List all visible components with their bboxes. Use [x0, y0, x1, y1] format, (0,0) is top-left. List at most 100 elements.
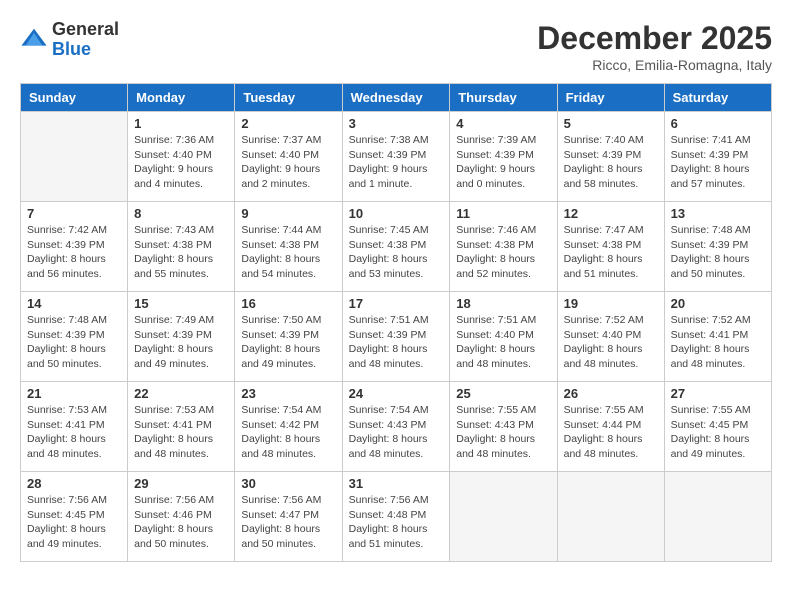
month-title: December 2025 — [537, 20, 772, 57]
day-number: 26 — [564, 386, 658, 401]
day-info: Sunrise: 7:56 AMSunset: 4:46 PMDaylight:… — [134, 493, 228, 552]
week-row-4: 21 Sunrise: 7:53 AMSunset: 4:41 PMDayligh… — [21, 382, 772, 472]
calendar: SundayMondayTuesdayWednesdayThursdayFrid… — [20, 83, 772, 562]
calendar-cell: 11 Sunrise: 7:46 AMSunset: 4:38 PMDayligh… — [450, 202, 557, 292]
day-number: 14 — [27, 296, 121, 311]
calendar-cell: 4 Sunrise: 7:39 AMSunset: 4:39 PMDaylight… — [450, 112, 557, 202]
day-info: Sunrise: 7:52 AMSunset: 4:41 PMDaylight:… — [671, 313, 765, 372]
day-header-friday: Friday — [557, 84, 664, 112]
day-number: 13 — [671, 206, 765, 221]
calendar-cell: 3 Sunrise: 7:38 AMSunset: 4:39 PMDaylight… — [342, 112, 450, 202]
logo-blue: Blue — [52, 40, 119, 60]
calendar-cell: 18Sunrise: 7:51 AMSunset: 4:40 PMDayligh… — [450, 292, 557, 382]
header-row: SundayMondayTuesdayWednesdayThursdayFrid… — [21, 84, 772, 112]
day-number: 17 — [349, 296, 444, 311]
calendar-cell: 8Sunrise: 7:43 AMSunset: 4:38 PMDaylight… — [128, 202, 235, 292]
day-info: Sunrise: 7:50 AMSunset: 4:39 PMDaylight:… — [241, 313, 335, 372]
day-number: 24 — [349, 386, 444, 401]
day-info: Sunrise: 7:45 AMSunset: 4:38 PMDaylight:… — [349, 223, 444, 282]
calendar-cell: 23Sunrise: 7:54 AMSunset: 4:42 PMDayligh… — [235, 382, 342, 472]
day-info: Sunrise: 7:38 AMSunset: 4:39 PMDaylight:… — [349, 133, 444, 192]
day-number: 21 — [27, 386, 121, 401]
calendar-cell: 31Sunrise: 7:56 AMSunset: 4:48 PMDayligh… — [342, 472, 450, 562]
calendar-cell: 22 Sunrise: 7:53 AMSunset: 4:41 PMDayligh… — [128, 382, 235, 472]
day-info: Sunrise: 7:55 AMSunset: 4:44 PMDaylight:… — [564, 403, 658, 462]
day-number: 15 — [134, 296, 228, 311]
day-info: Sunrise: 7:43 AMSunset: 4:38 PMDaylight:… — [134, 223, 228, 282]
week-row-2: 7Sunrise: 7:42 AMSunset: 4:39 PMDaylight… — [21, 202, 772, 292]
location: Ricco, Emilia-Romagna, Italy — [537, 57, 772, 73]
day-number: 9 — [241, 206, 335, 221]
day-number: 30 — [241, 476, 335, 491]
day-number: 6 — [671, 116, 765, 131]
day-number: 29 — [134, 476, 228, 491]
day-number: 11 — [456, 206, 550, 221]
day-info: Sunrise: 7:54 AMSunset: 4:43 PMDaylight:… — [349, 403, 444, 462]
day-info: Sunrise: 7:56 AMSunset: 4:47 PMDaylight:… — [241, 493, 335, 552]
day-header-saturday: Saturday — [664, 84, 771, 112]
calendar-cell: 15 Sunrise: 7:49 AMSunset: 4:39 PMDayligh… — [128, 292, 235, 382]
day-info: Sunrise: 7:53 AMSunset: 4:41 PMDaylight:… — [27, 403, 121, 462]
day-info: Sunrise: 7:55 AMSunset: 4:43 PMDaylight:… — [456, 403, 550, 462]
day-number: 27 — [671, 386, 765, 401]
title-block: December 2025 Ricco, Emilia-Romagna, Ita… — [537, 20, 772, 73]
calendar-cell — [664, 472, 771, 562]
day-info: Sunrise: 7:47 AMSunset: 4:38 PMDaylight:… — [564, 223, 658, 282]
calendar-cell: 5Sunrise: 7:40 AMSunset: 4:39 PMDaylight… — [557, 112, 664, 202]
calendar-cell: 12 Sunrise: 7:47 AMSunset: 4:38 PMDayligh… — [557, 202, 664, 292]
day-header-sunday: Sunday — [21, 84, 128, 112]
day-number: 18 — [456, 296, 550, 311]
day-info: Sunrise: 7:49 AMSunset: 4:39 PMDaylight:… — [134, 313, 228, 372]
logo: General Blue — [20, 20, 119, 60]
day-info: Sunrise: 7:56 AMSunset: 4:48 PMDaylight:… — [349, 493, 444, 552]
calendar-cell: 20 Sunrise: 7:52 AMSunset: 4:41 PMDayligh… — [664, 292, 771, 382]
calendar-cell: 21 Sunrise: 7:53 AMSunset: 4:41 PMDayligh… — [21, 382, 128, 472]
week-row-3: 14 Sunrise: 7:48 AMSunset: 4:39 PMDayligh… — [21, 292, 772, 382]
day-header-thursday: Thursday — [450, 84, 557, 112]
day-header-monday: Monday — [128, 84, 235, 112]
day-info: Sunrise: 7:46 AMSunset: 4:38 PMDaylight:… — [456, 223, 550, 282]
day-number: 20 — [671, 296, 765, 311]
day-number: 28 — [27, 476, 121, 491]
calendar-cell: 2 Sunrise: 7:37 AMSunset: 4:40 PMDaylight… — [235, 112, 342, 202]
calendar-cell: 25 Sunrise: 7:55 AMSunset: 4:43 PMDayligh… — [450, 382, 557, 472]
calendar-cell: 30 Sunrise: 7:56 AMSunset: 4:47 PMDayligh… — [235, 472, 342, 562]
week-row-1: 1 Sunrise: 7:36 AMSunset: 4:40 PMDaylight… — [21, 112, 772, 202]
calendar-cell: 17Sunrise: 7:51 AMSunset: 4:39 PMDayligh… — [342, 292, 450, 382]
day-info: Sunrise: 7:53 AMSunset: 4:41 PMDaylight:… — [134, 403, 228, 462]
day-number: 5 — [564, 116, 658, 131]
calendar-cell: 19Sunrise: 7:52 AMSunset: 4:40 PMDayligh… — [557, 292, 664, 382]
calendar-cell: 27Sunrise: 7:55 AMSunset: 4:45 PMDayligh… — [664, 382, 771, 472]
calendar-cell: 28 Sunrise: 7:56 AMSunset: 4:45 PMDayligh… — [21, 472, 128, 562]
day-number: 1 — [134, 116, 228, 131]
calendar-cell: 9Sunrise: 7:44 AMSunset: 4:38 PMDaylight… — [235, 202, 342, 292]
day-info: Sunrise: 7:56 AMSunset: 4:45 PMDaylight:… — [27, 493, 121, 552]
calendar-cell: 13 Sunrise: 7:48 AMSunset: 4:39 PMDayligh… — [664, 202, 771, 292]
day-number: 22 — [134, 386, 228, 401]
day-number: 10 — [349, 206, 444, 221]
logo-general: General — [52, 20, 119, 40]
week-row-5: 28 Sunrise: 7:56 AMSunset: 4:45 PMDayligh… — [21, 472, 772, 562]
day-number: 4 — [456, 116, 550, 131]
calendar-cell — [557, 472, 664, 562]
day-number: 7 — [27, 206, 121, 221]
calendar-cell: 1 Sunrise: 7:36 AMSunset: 4:40 PMDaylight… — [128, 112, 235, 202]
logo-icon — [20, 26, 48, 54]
day-number: 2 — [241, 116, 335, 131]
calendar-cell: 16 Sunrise: 7:50 AMSunset: 4:39 PMDayligh… — [235, 292, 342, 382]
calendar-cell: 6Sunrise: 7:41 AMSunset: 4:39 PMDaylight… — [664, 112, 771, 202]
calendar-cell: 26 Sunrise: 7:55 AMSunset: 4:44 PMDayligh… — [557, 382, 664, 472]
day-info: Sunrise: 7:37 AMSunset: 4:40 PMDaylight:… — [241, 133, 335, 192]
day-number: 25 — [456, 386, 550, 401]
day-info: Sunrise: 7:39 AMSunset: 4:39 PMDaylight:… — [456, 133, 550, 192]
calendar-cell: 14 Sunrise: 7:48 AMSunset: 4:39 PMDayligh… — [21, 292, 128, 382]
day-number: 12 — [564, 206, 658, 221]
day-info: Sunrise: 7:36 AMSunset: 4:40 PMDaylight:… — [134, 133, 228, 192]
day-info: Sunrise: 7:48 AMSunset: 4:39 PMDaylight:… — [27, 313, 121, 372]
day-info: Sunrise: 7:48 AMSunset: 4:39 PMDaylight:… — [671, 223, 765, 282]
day-info: Sunrise: 7:52 AMSunset: 4:40 PMDaylight:… — [564, 313, 658, 372]
day-number: 3 — [349, 116, 444, 131]
day-number: 16 — [241, 296, 335, 311]
calendar-cell — [21, 112, 128, 202]
day-header-tuesday: Tuesday — [235, 84, 342, 112]
